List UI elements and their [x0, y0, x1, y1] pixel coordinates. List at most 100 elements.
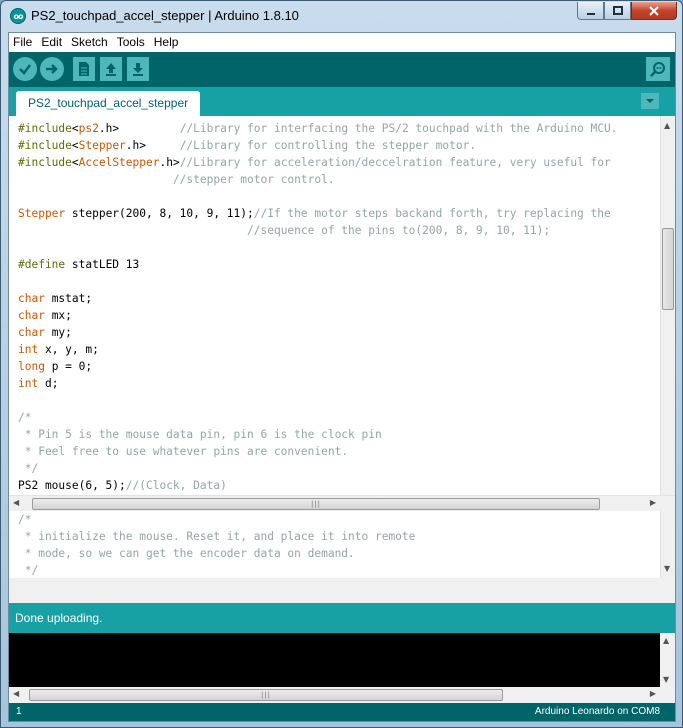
- code-token: Stepper: [18, 207, 66, 220]
- code-line[interactable]: * Feel free to use whatever pins are con…: [18, 443, 658, 460]
- code-token: int: [18, 343, 39, 356]
- console-output[interactable]: ▲ ▼: [9, 633, 675, 687]
- code-token: long: [18, 360, 45, 373]
- title-bar[interactable]: oo PS2_touchpad_accel_stepper | Arduino …: [1, 1, 682, 31]
- maximize-button[interactable]: [604, 2, 631, 20]
- save-button[interactable]: [127, 57, 149, 81]
- tab-ps2-touchpad-accel-stepper[interactable]: PS2_touchpad_accel_stepper: [16, 91, 201, 116]
- code-line[interactable]: #include<ps2.h> //Library for interfacin…: [18, 120, 658, 137]
- code-token: <: [71, 139, 79, 152]
- arduino-logo-icon[interactable]: oo: [10, 8, 26, 24]
- scroll-right-icon[interactable]: ▶: [650, 689, 656, 698]
- chevron-down-icon: [646, 99, 654, 103]
- code-line[interactable]: char mx;: [18, 307, 658, 324]
- code-line[interactable]: int d;: [18, 375, 658, 392]
- code-token: /*: [18, 411, 32, 424]
- code-line[interactable]: char my;: [18, 324, 658, 341]
- close-button[interactable]: [631, 2, 677, 20]
- code-token: //(Clock, Data): [125, 479, 227, 492]
- editor-vertical-scroll-thumb[interactable]: [662, 228, 674, 310]
- toolbar: [9, 52, 675, 87]
- code-line[interactable]: //stepper motor control.: [18, 171, 658, 188]
- code-token: PS2 mouse(6, 5);: [18, 479, 126, 492]
- code-line[interactable]: char mstat;: [18, 290, 658, 307]
- tab-bar: PS2_touchpad_accel_stepper: [9, 87, 675, 116]
- code-line[interactable]: Stepper stepper(200, 8, 10, 9, 11);//If …: [18, 205, 658, 222]
- magnifier-icon: [650, 62, 665, 77]
- menu-sketch[interactable]: Sketch: [67, 33, 113, 52]
- code-line[interactable]: #include<Stepper.h> //Library for contro…: [18, 137, 658, 154]
- console-horizontal-scroll-thumb[interactable]: |||: [29, 689, 503, 701]
- minimize-button[interactable]: [577, 2, 604, 20]
- code-line[interactable]: #define statLED 13: [18, 256, 658, 273]
- maximize-icon: [612, 5, 623, 15]
- console-vertical-scrollbar[interactable]: ▲ ▼: [660, 633, 675, 687]
- code-token: AccelStepper: [78, 156, 160, 169]
- editor-horizontal-scroll-thumb[interactable]: |||: [32, 498, 600, 510]
- code-token: */: [18, 564, 39, 577]
- code-line[interactable]: PS2 mouse(6, 5);//(Clock, Data): [18, 477, 658, 494]
- menu-file[interactable]: File: [9, 33, 37, 52]
- code-line[interactable]: long p = 0;: [18, 358, 658, 375]
- code-token: .h>: [125, 139, 180, 152]
- menu-tools[interactable]: Tools: [113, 33, 150, 52]
- code-token: x, y, m;: [38, 343, 99, 356]
- console-horizontal-scrollbar[interactable]: ◀ ||| ▶: [9, 687, 675, 703]
- code-line[interactable]: [18, 273, 658, 290]
- menu-edit[interactable]: Edit: [37, 33, 67, 52]
- code-line[interactable]: * mode, so we can get the encoder data o…: [18, 545, 658, 562]
- menu-help[interactable]: Help: [150, 33, 184, 52]
- line-number: 1: [16, 706, 22, 717]
- code-token: .h>: [98, 122, 180, 135]
- code-token: p = 0;: [44, 360, 93, 373]
- code-line[interactable]: */: [18, 460, 658, 477]
- code-token: char: [18, 309, 45, 322]
- code-line[interactable]: [18, 239, 658, 256]
- code-token: #include: [18, 122, 72, 135]
- save-icon: [133, 63, 143, 76]
- open-button[interactable]: [100, 57, 122, 81]
- code-token: Stepper: [78, 139, 126, 152]
- arduino-ide-window: oo PS2_touchpad_accel_stepper | Arduino …: [0, 0, 683, 728]
- scroll-left-icon[interactable]: ◀: [13, 689, 19, 698]
- scroll-up-icon[interactable]: ▲: [663, 636, 669, 645]
- scroll-left-icon[interactable]: ◀: [13, 498, 19, 507]
- code-token: //Library for interfacing the PS/2 touch…: [179, 122, 618, 135]
- code-line[interactable]: /*: [18, 511, 658, 528]
- code-line[interactable]: [18, 188, 658, 205]
- code-token: //Library for acceleration/deccelration …: [179, 156, 611, 169]
- code-token: stepper(200, 8, 10, 9, 11);: [65, 207, 254, 220]
- code-token: int: [18, 377, 39, 390]
- client-area: File Edit Sketch Tools Help PS2_touchpad…: [8, 32, 676, 722]
- code-token: * initialize the mouse. Reset it, and pl…: [18, 530, 416, 543]
- new-sketch-button[interactable]: [73, 57, 95, 81]
- scroll-up-icon[interactable]: ▲: [664, 121, 670, 130]
- code-line[interactable]: //sequence of the pins to(200, 8, 9, 10,…: [18, 222, 658, 239]
- upload-icon: [46, 64, 58, 74]
- code-token: statLED 13: [65, 258, 140, 271]
- serial-monitor-button[interactable]: [646, 57, 670, 81]
- scroll-down-icon[interactable]: ▼: [663, 675, 669, 684]
- editor-horizontal-scrollbar[interactable]: ◀ ||| ▶: [9, 495, 675, 511]
- code-line[interactable]: /*: [18, 409, 658, 426]
- verify-button[interactable]: [13, 57, 37, 81]
- scroll-right-icon[interactable]: ▶: [650, 498, 656, 507]
- tab-menu-button[interactable]: [641, 93, 659, 109]
- code-token: mx;: [44, 309, 72, 322]
- code-token: <: [71, 122, 79, 135]
- upload-button[interactable]: [40, 57, 64, 81]
- code-token: #define: [18, 258, 66, 271]
- code-token: char: [18, 292, 45, 305]
- close-icon: [649, 5, 659, 16]
- code-line[interactable]: #include<AccelStepper.h>//Library for ac…: [18, 154, 658, 171]
- code-line[interactable]: int x, y, m;: [18, 341, 658, 358]
- board-port-info: Arduino Leonardo on COM8: [534, 706, 660, 717]
- code-line[interactable]: * initialize the mouse. Reset it, and pl…: [18, 528, 658, 545]
- scroll-down-icon[interactable]: ▼: [664, 564, 670, 573]
- code-token: //stepper motor control.: [172, 173, 335, 186]
- code-line[interactable]: */: [18, 562, 658, 578]
- code-line[interactable]: [18, 392, 658, 409]
- code-line[interactable]: * Pin 5 is the mouse data pin, pin 6 is …: [18, 426, 658, 443]
- code-token: /*: [18, 513, 32, 526]
